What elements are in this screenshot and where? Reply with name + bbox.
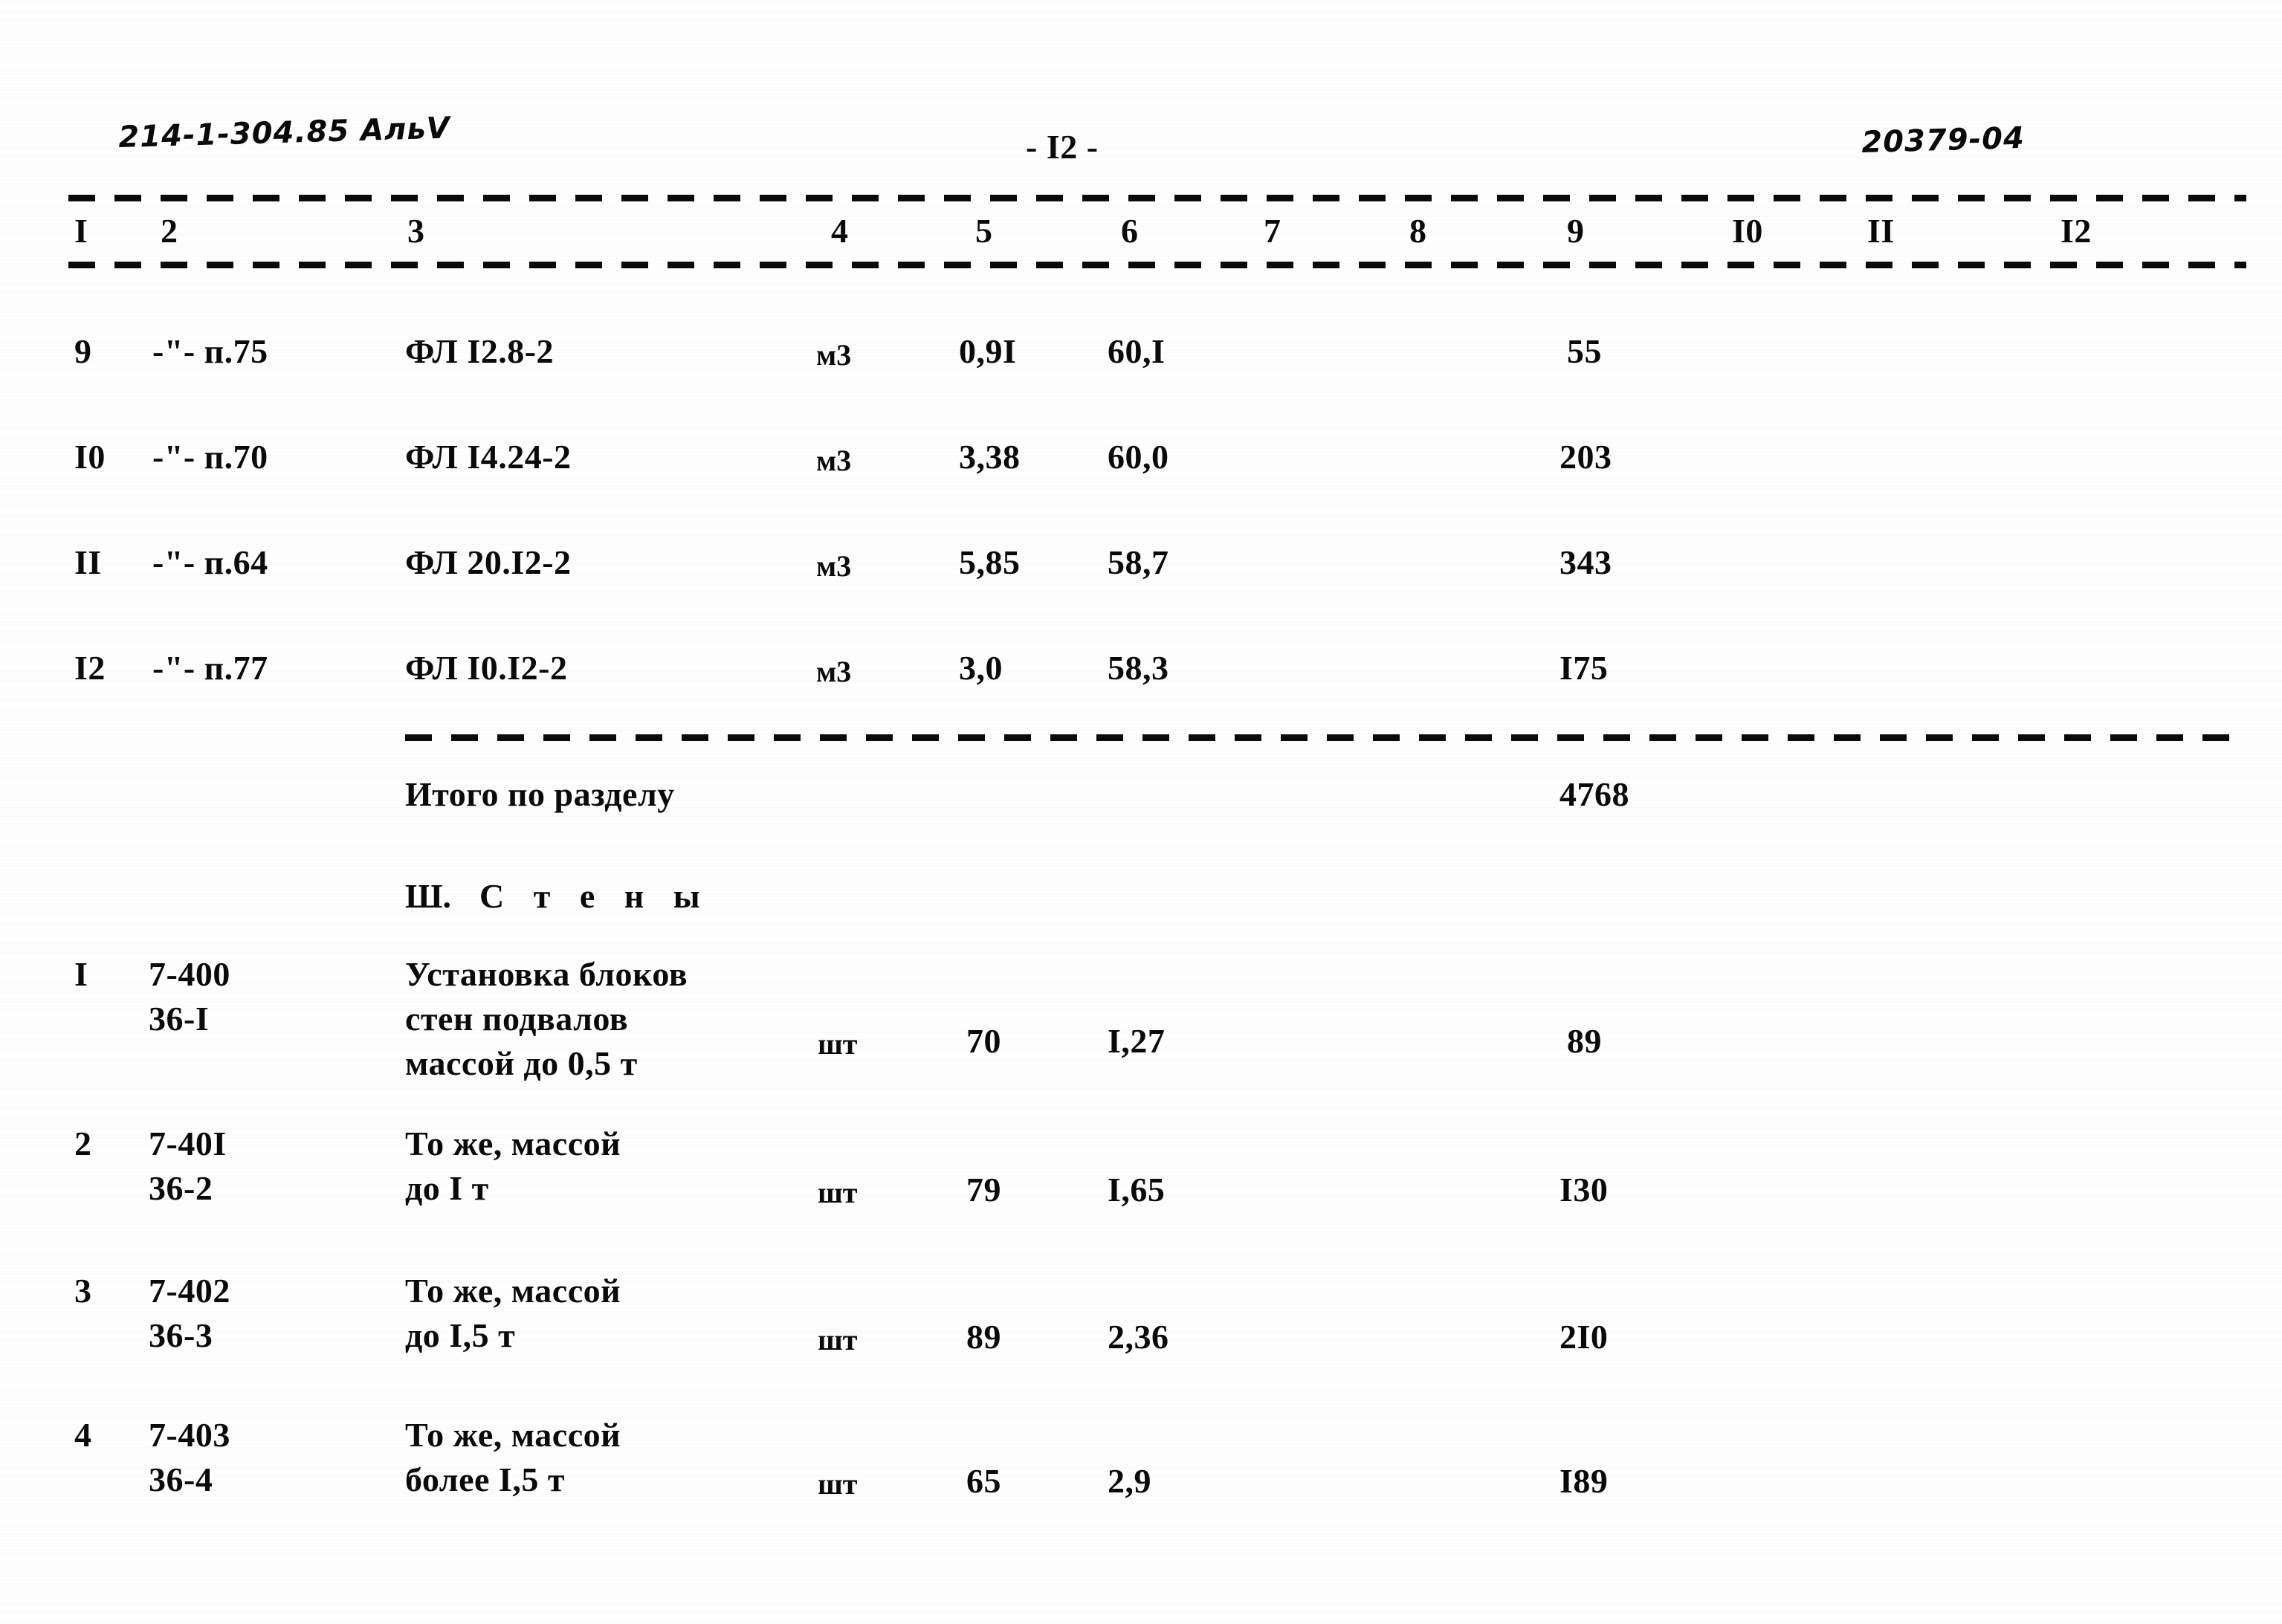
column-header-2: 2: [161, 212, 178, 250]
column-header-1: I: [74, 212, 88, 250]
row-9-col-6: 60,I: [1108, 332, 1166, 370]
row-s4-col-5: 65: [966, 1462, 1001, 1500]
row-12-col-6: 58,3: [1108, 649, 1169, 687]
row-11-col-1: II: [74, 543, 102, 581]
scanned-document-page: 214-1-304.85 АльV - I2 - 20379-04 I 2 3 …: [0, 0, 2282, 1624]
row-9-col-5: 0,9I: [959, 332, 1017, 370]
row-s2-desc-line-1: То же, массой: [405, 1125, 621, 1162]
row-11-col-2: -"- п.64: [152, 543, 268, 581]
scan-grain-overlay: [0, 0, 2282, 1624]
row-s1-code-bottom: 36-I: [149, 1000, 210, 1038]
row-s4-col-9: I89: [1559, 1462, 1609, 1500]
row-s1-code-top: 7-400: [149, 955, 230, 993]
row-s3-col-4: шт: [818, 1323, 858, 1356]
row-s2-code-bottom: 36-2: [149, 1169, 213, 1207]
row-s3-col-9: 2I0: [1559, 1318, 1609, 1356]
row-11-col-5: 5,85: [959, 543, 1021, 581]
row-s4-code-top: 7-403: [149, 1416, 230, 1454]
row-s1-col-6: I,27: [1108, 1022, 1166, 1060]
archive-code-handwritten: 20379-04: [1861, 120, 2026, 160]
column-header-12: I2: [2060, 212, 2092, 250]
column-header-11: II: [1867, 212, 1895, 250]
row-s2-col-4: шт: [818, 1176, 858, 1209]
row-s1-col-9: 89: [1567, 1022, 1602, 1060]
section-number: Ш.: [405, 877, 452, 915]
row-s2-col-6: I,65: [1108, 1171, 1166, 1209]
row-s4-col-1: 4: [74, 1416, 92, 1454]
column-header-6: 6: [1121, 212, 1139, 250]
subtotal-value: 4768: [1559, 775, 1629, 813]
row-s2-code-top: 7-40I: [149, 1125, 227, 1162]
column-header-10: I0: [1732, 212, 1763, 250]
row-12-col-9: I75: [1559, 649, 1609, 687]
subtotal-rule: [405, 734, 2246, 741]
table-header-rule: [68, 262, 2246, 268]
row-9-col-9: 55: [1567, 332, 1602, 370]
row-10-col-2: -"- п.70: [152, 438, 268, 476]
row-s3-col-6: 2,36: [1108, 1318, 1169, 1356]
row-10-col-5: 3,38: [959, 438, 1021, 476]
table-top-rule: [68, 195, 2246, 201]
row-9-col-3: ФЛ I2.8-2: [405, 332, 555, 370]
row-s1-desc-line-3: массой до 0,5 т: [405, 1044, 638, 1082]
column-header-4: 4: [831, 212, 849, 250]
row-10-col-4: м3: [816, 444, 852, 477]
row-10-col-9: 203: [1559, 438, 1612, 476]
page-number: - I2 -: [1026, 128, 1099, 166]
row-11-col-9: 343: [1559, 543, 1612, 581]
row-s1-desc-line-1: Установка блоков: [405, 955, 688, 993]
row-12-col-2: -"- п.77: [152, 649, 268, 687]
row-s2-col-5: 79: [966, 1171, 1001, 1209]
row-12-col-3: ФЛ I0.I2-2: [405, 649, 568, 687]
row-12-col-1: I2: [74, 649, 106, 687]
column-header-9: 9: [1567, 212, 1585, 250]
row-12-col-4: м3: [816, 655, 852, 688]
row-s3-col-5: 89: [966, 1318, 1001, 1356]
column-header-3: 3: [407, 212, 425, 250]
row-s3-code-bottom: 36-3: [149, 1316, 213, 1354]
row-s4-code-bottom: 36-4: [149, 1460, 213, 1498]
row-12-col-5: 3,0: [959, 649, 1003, 687]
row-s1-col-5: 70: [966, 1022, 1001, 1060]
row-s2-col-9: I30: [1559, 1171, 1609, 1209]
row-9-col-4: м3: [816, 338, 852, 372]
row-s2-desc-line-2: до I т: [405, 1169, 489, 1207]
row-s3-col-1: 3: [74, 1272, 92, 1310]
row-10-col-6: 60,0: [1108, 438, 1169, 476]
subtotal-label: Итого по разделу: [405, 775, 675, 813]
row-s3-desc-line-2: до I,5 т: [405, 1316, 516, 1354]
row-s1-desc-line-2: стен подвалов: [405, 1000, 629, 1038]
row-9-col-2: -"- п.75: [152, 332, 268, 370]
row-s1-col-1: I: [74, 955, 88, 993]
column-header-8: 8: [1409, 212, 1427, 250]
column-header-7: 7: [1264, 212, 1281, 250]
section-title: С т е н ы: [479, 877, 711, 915]
row-s3-code-top: 7-402: [149, 1272, 230, 1310]
row-s4-desc-line-2: более I,5 т: [405, 1460, 565, 1498]
row-s4-col-6: 2,9: [1108, 1462, 1151, 1500]
row-11-col-4: м3: [816, 549, 852, 583]
row-10-col-3: ФЛ I4.24-2: [405, 438, 572, 476]
series-code-handwritten: 214-1-304.85 АльV: [117, 111, 451, 155]
row-s2-col-1: 2: [74, 1125, 92, 1162]
row-9-col-1: 9: [74, 332, 92, 370]
row-s4-desc-line-1: То же, массой: [405, 1416, 621, 1454]
column-header-5: 5: [975, 212, 993, 250]
row-s4-col-4: шт: [818, 1467, 858, 1501]
row-11-col-6: 58,7: [1108, 543, 1169, 581]
row-s1-col-4: шт: [818, 1027, 858, 1061]
row-11-col-3: ФЛ 20.I2-2: [405, 543, 572, 581]
row-s3-desc-line-1: То же, массой: [405, 1272, 621, 1310]
row-10-col-1: I0: [74, 438, 106, 476]
